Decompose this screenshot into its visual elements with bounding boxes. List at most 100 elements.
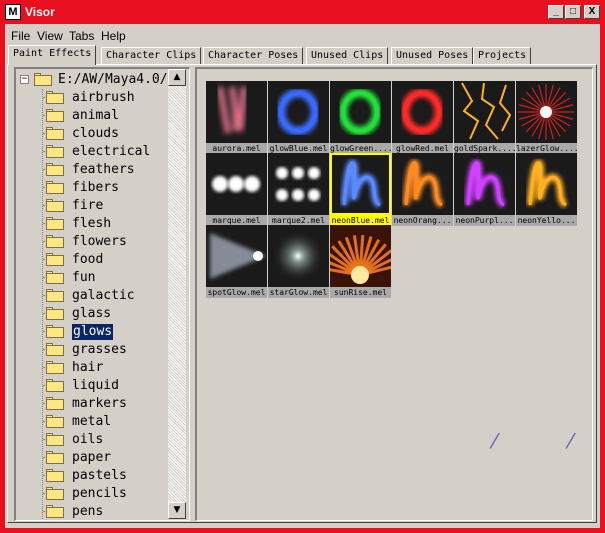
thumbnail-grid: aurora.mel glowBlue.mel glowGreen.... glowR… <box>195 67 593 521</box>
thumbnail-8[interactable]: neonBlue.mel <box>330 153 391 226</box>
tab-unused-clips[interactable]: Unused Clips <box>306 47 389 64</box>
tree-item-fire[interactable]: fire <box>72 198 103 214</box>
tree-item-paper[interactable]: paper <box>72 450 111 466</box>
thumbnail-5[interactable]: lazerGlow.... <box>516 81 577 154</box>
tree-item-markers[interactable]: markers <box>72 396 127 412</box>
gold-sparks-icon <box>454 81 515 143</box>
thumbnail-7[interactable]: marque2.mel <box>268 153 329 226</box>
thumbnail-9[interactable]: neonOrang... <box>392 153 453 226</box>
thumbnail-caption: spotGlow.mel <box>206 287 267 298</box>
minimize-button[interactable]: _ <box>548 5 564 19</box>
neon-purple-h-icon <box>454 153 515 215</box>
stroke-mark-left: ⁄ <box>493 429 497 453</box>
thumbnail-3[interactable]: glowRed.mel <box>392 81 453 154</box>
folder-icon <box>46 199 64 212</box>
thumbnail-13[interactable]: starGlow.mel <box>268 225 329 298</box>
folder-icon <box>46 91 64 104</box>
maximize-button[interactable]: □ <box>565 5 581 19</box>
folder-icon <box>46 217 64 230</box>
tree-item-fun[interactable]: fun <box>72 270 95 286</box>
folder-icon <box>46 289 64 302</box>
menu-help[interactable]: Help <box>101 28 126 44</box>
menu-tabs[interactable]: Tabs <box>69 28 94 44</box>
thumbnail-10[interactable]: neonPurpl... <box>454 153 515 226</box>
folder-icon <box>46 343 64 356</box>
folder-icon <box>46 109 64 122</box>
collapse-icon[interactable]: − <box>20 75 29 84</box>
scroll-up-button[interactable]: ▲ <box>168 69 186 86</box>
folder-icon <box>46 307 64 320</box>
tree-item-metal[interactable]: metal <box>72 414 111 430</box>
tree-item-oils[interactable]: oils <box>72 432 103 448</box>
tree-item-clouds[interactable]: clouds <box>72 126 119 142</box>
folder-tree: − E:/AW/Maya4.0/br airbrush animal clouds e… <box>14 67 190 521</box>
menu-view[interactable]: View <box>37 28 63 44</box>
tree-scrollbar[interactable]: ▲ ▼ <box>168 69 186 519</box>
folder-icon <box>46 163 64 176</box>
folder-icon <box>46 415 64 428</box>
menu-file[interactable]: File <box>11 28 30 44</box>
tree-item-flowers[interactable]: flowers <box>72 234 127 250</box>
tab-paint-effects[interactable]: Paint Effects <box>8 45 97 65</box>
folder-icon <box>46 361 64 374</box>
folder-icon <box>46 253 64 266</box>
folder-icon <box>46 451 64 464</box>
thumbnail-12[interactable]: spotGlow.mel <box>206 225 267 298</box>
tree-item-glass[interactable]: glass <box>72 306 111 322</box>
scroll-track[interactable] <box>168 86 186 502</box>
tab-character-poses[interactable]: Character Poses <box>203 47 304 64</box>
folder-icon <box>46 325 64 338</box>
thumbnail-caption: starGlow.mel <box>268 287 329 298</box>
thumbnail-caption: sunRise.mel <box>330 287 391 298</box>
close-button[interactable]: X <box>584 5 600 19</box>
title-bar[interactable]: M Visor _ □ X <box>0 0 605 24</box>
tab-character-clips[interactable]: Character Clips <box>101 47 202 64</box>
tab-projects[interactable]: Projects <box>473 47 532 64</box>
tree-item-galactic[interactable]: galactic <box>72 288 135 304</box>
scroll-down-button[interactable]: ▼ <box>168 502 186 519</box>
window-border-right <box>600 24 605 533</box>
thumbnail-4[interactable]: goldSpark.... <box>454 81 515 154</box>
green-ring-icon <box>330 81 391 143</box>
tree-item-feathers[interactable]: feathers <box>72 162 135 178</box>
neon-orange-h-icon <box>392 153 453 215</box>
tree-item-animal[interactable]: animal <box>72 108 119 124</box>
tree-item-hair[interactable]: hair <box>72 360 103 376</box>
thumbnail-1[interactable]: glowBlue.mel <box>268 81 329 154</box>
laser-burst-icon <box>516 81 577 143</box>
menu-bar: File View Tabs Help <box>5 27 600 45</box>
thumbnail-caption: neonYello... <box>516 215 577 226</box>
folder-icon <box>46 397 64 410</box>
folder-icon <box>46 127 64 140</box>
thumbnail-caption: neonPurpl... <box>454 215 515 226</box>
folder-icon <box>46 433 64 446</box>
thumbnail-0[interactable]: aurora.mel <box>206 81 267 154</box>
thumbnail-caption: neonOrang... <box>392 215 453 226</box>
star-glow-icon <box>268 225 329 287</box>
marquee-lights-icon <box>206 153 267 215</box>
tree-item-liquid[interactable]: liquid <box>72 378 119 394</box>
tree-item-pencils[interactable]: pencils <box>72 486 127 502</box>
window-border-bottom <box>0 528 605 533</box>
tree-item-flesh[interactable]: flesh <box>72 216 111 232</box>
tree-root-label[interactable]: E:/AW/Maya4.0/br <box>58 72 183 88</box>
thumbnail-11[interactable]: neonYello... <box>516 153 577 226</box>
tab-unused-poses[interactable]: Unused Poses <box>391 47 474 64</box>
folder-icon <box>46 469 64 482</box>
neon-yellow-h-icon <box>516 153 577 215</box>
folder-icon <box>46 271 64 284</box>
tree-item-fibers[interactable]: fibers <box>72 180 119 196</box>
maya-app-icon[interactable]: M <box>5 4 21 20</box>
tree-item-pens[interactable]: pens <box>72 504 103 520</box>
tree-item-glows[interactable]: glows <box>72 324 114 340</box>
thumbnail-14[interactable]: sunRise.mel <box>330 225 391 298</box>
tree-item-food[interactable]: food <box>72 252 103 268</box>
tree-item-electrical[interactable]: electrical <box>72 144 150 160</box>
thumbnail-2[interactable]: glowGreen.... <box>330 81 391 154</box>
marquee-lights-2-icon <box>268 153 329 215</box>
thumbnail-6[interactable]: marque.mel <box>206 153 267 226</box>
folder-icon <box>34 73 52 86</box>
tree-item-airbrush[interactable]: airbrush <box>72 90 135 106</box>
tree-item-grasses[interactable]: grasses <box>72 342 127 358</box>
tree-item-pastels[interactable]: pastels <box>72 468 127 484</box>
